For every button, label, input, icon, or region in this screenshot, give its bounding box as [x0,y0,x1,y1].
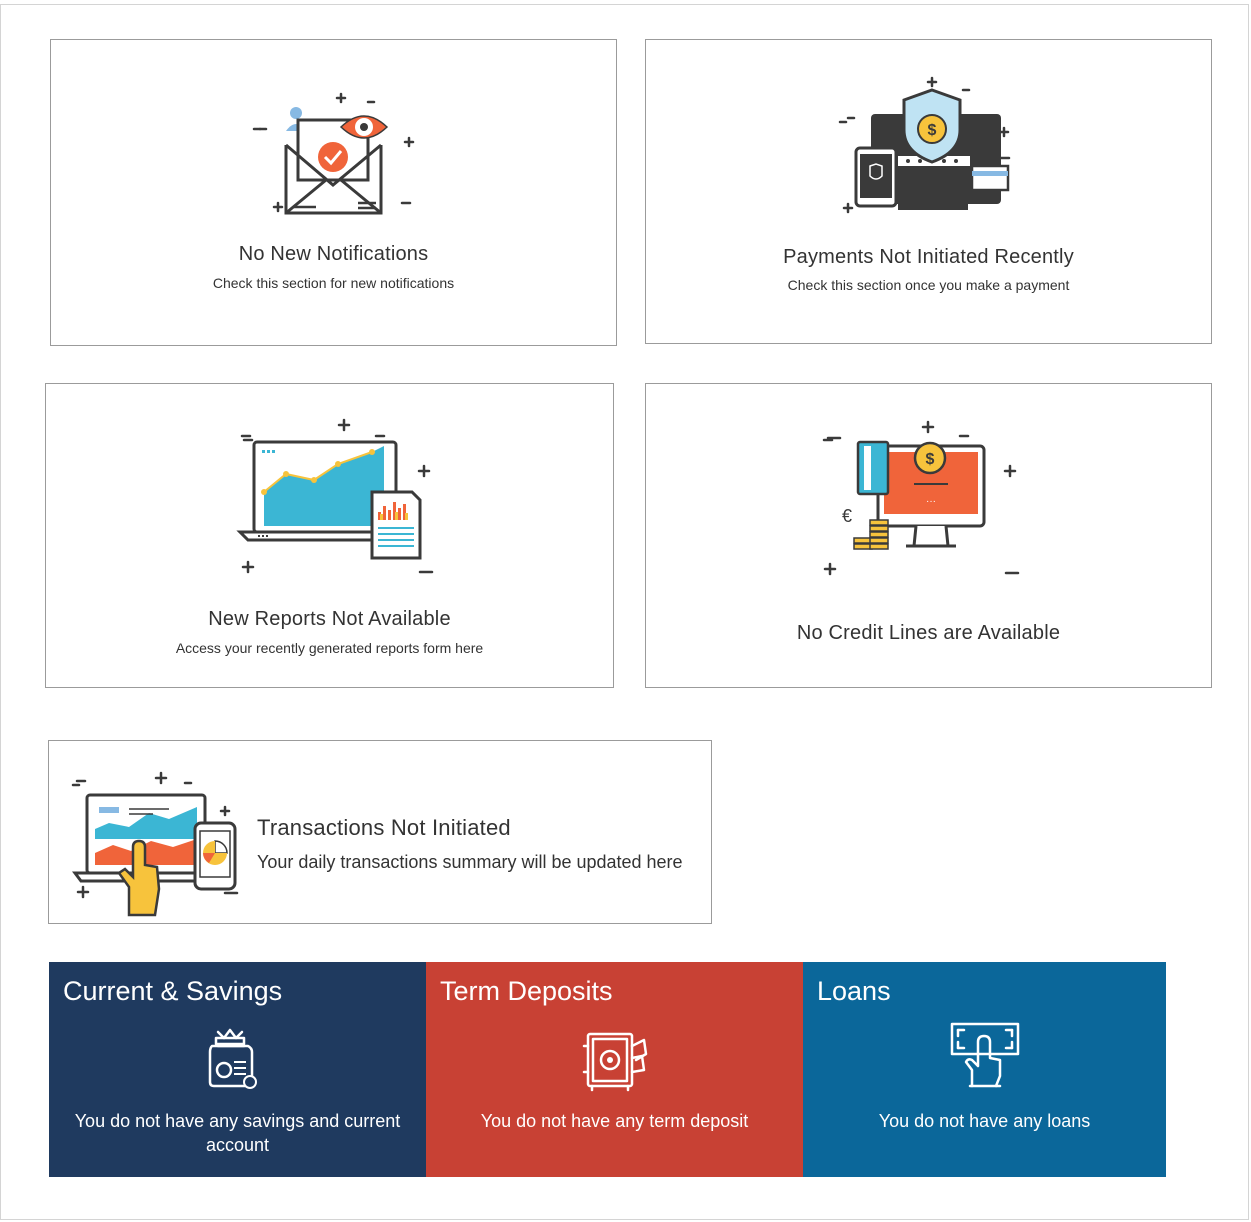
payments-card[interactable]: $ Payments Not Initiated Recently Check … [645,39,1212,344]
term-deposits-title: Term Deposits [440,976,613,1006]
loans-tile[interactable]: Loans You do not have any loans [803,962,1166,1177]
reports-title: New Reports Not Available [208,608,451,630]
euro-symbol: € [842,506,852,526]
term-deposits-tile[interactable]: Term Deposits You do not have any term d… [426,962,803,1177]
payments-subtitle: Check this section once you make a payme… [787,277,1070,293]
laptop-hand-phone-icon [71,771,239,917]
loans-title: Loans [817,976,891,1006]
transactions-card[interactable]: Transactions Not Initiated Your daily tr… [48,740,712,924]
transactions-title: Transactions Not Initiated [257,815,511,840]
svg-text:$: $ [928,122,937,139]
notifications-card[interactable]: No New Notifications Check this section … [50,39,617,346]
secure-payment-devices-icon: $ [838,76,1011,214]
laptop-chart-report-icon [236,418,434,574]
monitor-credit-card-coins-icon: ··· $ € [822,420,1020,576]
loans-message: You do not have any loans [878,1111,1091,1131]
svg-text:$: $ [926,451,935,468]
notifications-subtitle: Check this section for new notifications [212,275,455,291]
savings-jar-icon [208,1028,257,1089]
credit-lines-title: No Credit Lines are Available [796,622,1061,644]
term-deposits-message: You do not have any term deposit [480,1111,749,1131]
reports-subtitle: Access your recently generated reports f… [175,640,484,656]
hand-money-icon [950,1022,1020,1088]
current-savings-tile[interactable]: Current & Savings You do not have any sa… [49,962,426,1177]
current-savings-title: Current & Savings [63,976,283,1006]
reports-card[interactable]: New Reports Not Available Access your re… [45,383,614,688]
safe-icon [582,1032,648,1092]
notifications-title: No New Notifications [238,243,429,265]
credit-lines-card[interactable]: ··· $ € No Credit Lines are Available [645,383,1212,688]
svg-text:···: ··· [926,496,936,507]
transactions-subtitle: Your daily transactions summary will be … [257,852,683,872]
mail-eye-icon [252,92,415,215]
payments-title: Payments Not Initiated Recently [783,246,1074,268]
current-savings-message: You do not have any savings and current … [74,1111,401,1155]
